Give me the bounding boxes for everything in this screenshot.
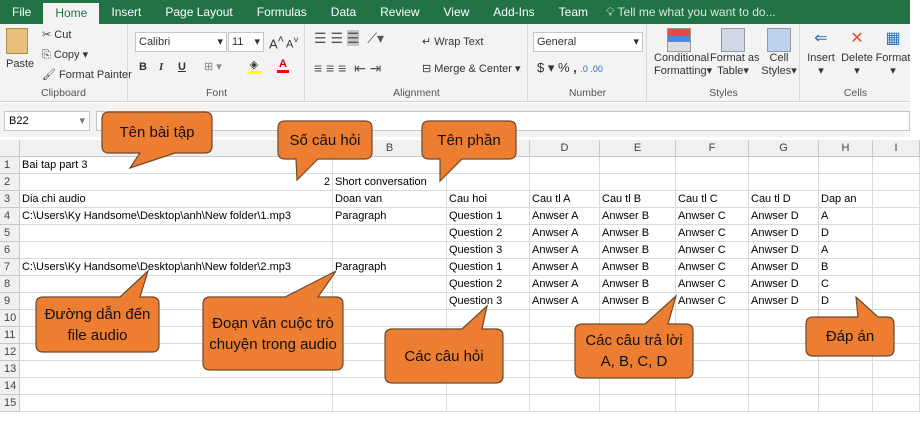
callout-text: Đáp án <box>825 328 875 345</box>
callout-text: Tên phần <box>437 131 501 149</box>
callout-text: Đoạn văn cuộc trò chuyện trong audio <box>209 314 337 353</box>
callout-text: Tên bài tập <box>119 124 195 141</box>
callout-text: Số câu hỏi <box>289 131 361 149</box>
callout-text: Các câu trả lời A, B, C, D <box>585 332 683 370</box>
callout-text: Các câu hỏi <box>404 347 484 365</box>
callout-text: Đường dẫn đến file audio <box>44 305 151 344</box>
